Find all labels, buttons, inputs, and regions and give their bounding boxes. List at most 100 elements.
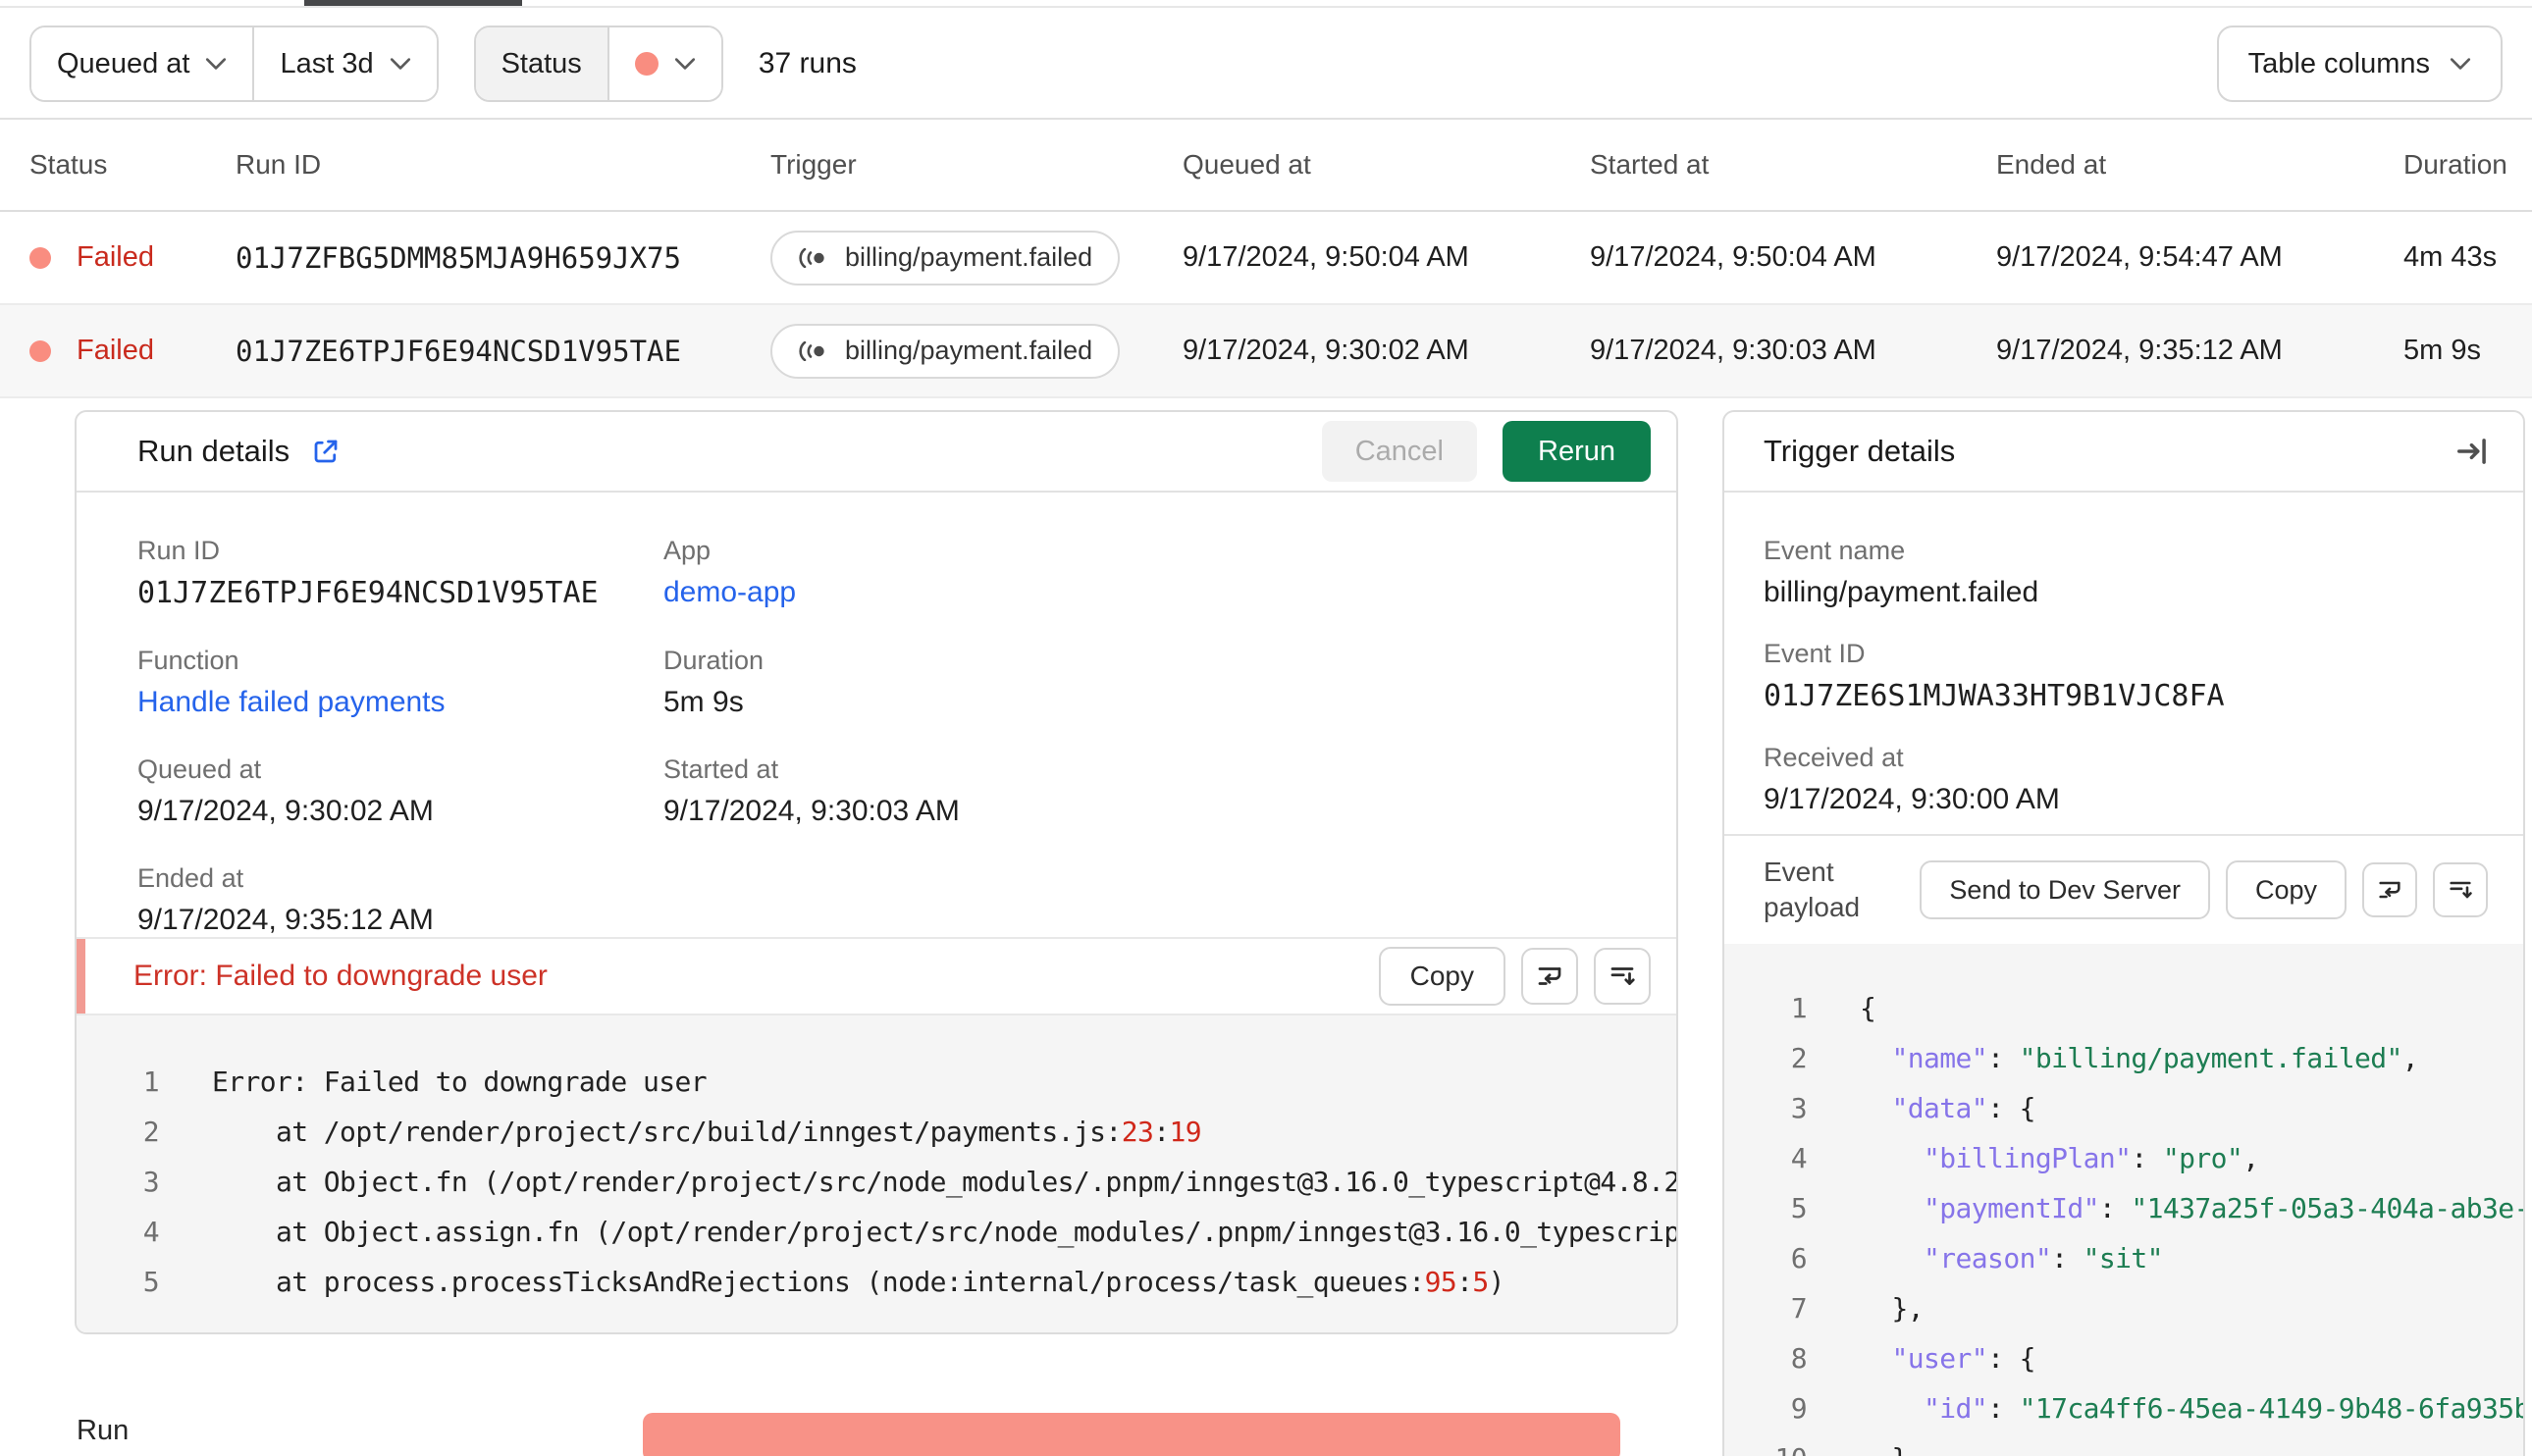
time-range-filter-button[interactable]: Last 3d bbox=[252, 27, 437, 100]
trigger-event-name: billing/payment.failed bbox=[845, 242, 1093, 272]
align-bottom-icon bbox=[1610, 967, 1635, 985]
column-header-status: Status bbox=[29, 149, 108, 180]
trigger-details-fields: Event name billing/payment.failed Event … bbox=[1724, 493, 2523, 834]
received-at-label: Received at bbox=[1764, 743, 1904, 772]
copy-payload-button[interactable]: Copy bbox=[2225, 860, 2347, 919]
run-id-cell: 01J7ZE6TPJF6E94NCSD1V95TAE bbox=[236, 334, 681, 368]
ended-at-field: Ended at 9/17/2024, 9:35:12 AM bbox=[137, 863, 663, 937]
received-at-value: 9/17/2024, 9:30:00 AM bbox=[1764, 783, 2060, 815]
rerun-button[interactable]: Rerun bbox=[1503, 421, 1651, 482]
column-header-started-at: Started at bbox=[1590, 149, 1710, 180]
code-line: 8 "user": { bbox=[1790, 1342, 2036, 1375]
queued-at-label: Queued at bbox=[137, 754, 262, 784]
trigger-details-title: Trigger details bbox=[1764, 434, 1956, 468]
received-at-field: Received at 9/17/2024, 9:30:00 AM bbox=[1764, 743, 2484, 816]
queued-at-value: 9/17/2024, 9:30:02 AM bbox=[137, 795, 434, 827]
started-at-cell: 9/17/2024, 9:50:04 AM bbox=[1590, 241, 1876, 273]
event-name-field: Event name billing/payment.failed bbox=[1764, 536, 2484, 609]
function-label: Function bbox=[137, 646, 239, 675]
scroll-to-bottom-button[interactable] bbox=[2433, 862, 2488, 917]
error-banner: Error: Failed to downgrade user Copy bbox=[77, 937, 1676, 1015]
trace-timeline-row: Run bbox=[0, 1409, 2532, 1456]
queued-at-filter-button[interactable]: Queued at bbox=[31, 27, 253, 100]
cancel-button[interactable]: Cancel bbox=[1321, 421, 1477, 482]
ended-at-cell: 9/17/2024, 9:35:12 AM bbox=[1996, 335, 2283, 366]
chevron-down-icon bbox=[2450, 57, 2471, 71]
runs-table: Status Run ID Trigger Queued at Started … bbox=[0, 120, 2532, 398]
event-id-value: 01J7ZE6S1MJWA33HT9B1VJC8FA bbox=[1764, 679, 2225, 713]
scroll-to-bottom-button[interactable] bbox=[1594, 948, 1651, 1005]
wrap-text-button[interactable] bbox=[2362, 862, 2417, 917]
run-id-label: Run ID bbox=[137, 536, 221, 565]
started-at-value: 9/17/2024, 9:30:03 AM bbox=[663, 795, 960, 827]
code-line: 6 "reason": "sit" bbox=[1790, 1242, 2164, 1274]
copy-error-button[interactable]: Copy bbox=[1378, 947, 1505, 1006]
event-id-field: Event ID 01J7ZE6S1MJWA33HT9B1VJC8FA bbox=[1764, 639, 2484, 713]
event-payload-code[interactable]: 1{2 "name": "billing/payment.failed", 3 "… bbox=[1724, 944, 2523, 1456]
event-icon bbox=[799, 340, 824, 361]
external-link-icon[interactable] bbox=[311, 437, 341, 466]
collapse-panel-button[interactable] bbox=[2454, 433, 2492, 470]
table-row[interactable]: Failed 01J7ZFBG5DMM85MJA9H659JX75 billing/… bbox=[0, 212, 2532, 305]
function-field: Function Handle failed payments bbox=[137, 646, 663, 719]
trace-run-bar[interactable] bbox=[643, 1413, 1620, 1456]
trigger-pill[interactable]: billing/payment.failed bbox=[770, 230, 1121, 286]
code-line: 4 "billingPlan": "pro", bbox=[1790, 1142, 2259, 1174]
arrow-to-line-icon bbox=[2457, 439, 2486, 464]
filters-toolbar: Queued at Last 3d Status 37 runs Table c… bbox=[0, 10, 2532, 120]
active-tab-indicator bbox=[304, 0, 522, 6]
error-message: Error: Failed to downgrade user bbox=[133, 960, 548, 992]
function-link[interactable]: Handle failed payments bbox=[137, 686, 663, 719]
table-columns-button[interactable]: Table columns bbox=[2216, 26, 2503, 102]
code-line: 1 Error: Failed to downgrade user bbox=[142, 1066, 708, 1098]
code-line: 5 at process.processTicksAndRejections (… bbox=[142, 1266, 1505, 1298]
status-filter-label: Status bbox=[501, 47, 582, 79]
ended-at-cell: 9/17/2024, 9:54:47 AM bbox=[1996, 241, 2283, 273]
table-columns-label: Table columns bbox=[2247, 47, 2430, 79]
wrap-text-icon bbox=[2379, 881, 2400, 899]
event-payload-label: Event payload bbox=[1764, 857, 1861, 922]
app-link[interactable]: demo-app bbox=[663, 576, 1676, 609]
queued-at-field: Queued at 9/17/2024, 9:30:02 AM bbox=[137, 754, 663, 828]
chevron-down-icon bbox=[390, 57, 411, 71]
runs-count: 37 runs bbox=[758, 47, 857, 79]
table-header-row: Status Run ID Trigger Queued at Started … bbox=[0, 120, 2532, 212]
run-details-title: Run details bbox=[137, 434, 290, 468]
status-dot-icon bbox=[29, 339, 51, 362]
duration-cell: 5m 9s bbox=[2403, 335, 2481, 366]
status-filter-value-button[interactable] bbox=[607, 27, 721, 100]
event-name-label: Event name bbox=[1764, 536, 1906, 565]
wrap-text-icon bbox=[1538, 967, 1561, 985]
run-id-value: 01J7ZE6TPJF6E94NCSD1V95TAE bbox=[137, 576, 599, 610]
duration-label: Duration bbox=[663, 646, 765, 675]
chevron-down-icon bbox=[205, 57, 227, 71]
event-payload-header: Event payload Send to Dev Server Copy bbox=[1724, 834, 2523, 944]
code-line: 4 at Object.assign.fn (/opt/render/proje… bbox=[142, 1216, 1676, 1248]
status-cell: Failed bbox=[29, 335, 236, 367]
trigger-cell: billing/payment.failed bbox=[770, 230, 1183, 286]
app-field: App demo-app bbox=[663, 536, 1676, 610]
column-header-queued-at: Queued at bbox=[1183, 149, 1311, 180]
trigger-cell: billing/payment.failed bbox=[770, 323, 1183, 379]
code-line: 3 at Object.fn (/opt/render/project/src/… bbox=[142, 1166, 1676, 1198]
code-line: 1{ bbox=[1790, 992, 1876, 1024]
status-label: Failed bbox=[77, 241, 154, 273]
code-line: 7 }, bbox=[1790, 1292, 1925, 1325]
duration-cell: 4m 43s bbox=[2403, 241, 2498, 273]
table-row[interactable]: Failed 01J7ZE6TPJF6E94NCSD1V95TAE billing/… bbox=[0, 305, 2532, 398]
status-dot-icon bbox=[29, 246, 51, 269]
queued-at-cell: 9/17/2024, 9:30:02 AM bbox=[1183, 335, 1469, 366]
send-to-dev-server-button[interactable]: Send to Dev Server bbox=[1920, 860, 2210, 919]
time-filter-group: Queued at Last 3d bbox=[29, 26, 439, 102]
trace-run-label: Run bbox=[77, 1415, 130, 1446]
error-stack-trace: 1 Error: Failed to downgrade user 2 at /op… bbox=[77, 1015, 1676, 1332]
align-bottom-icon bbox=[2450, 881, 2472, 899]
runs-table-body: Failed 01J7ZFBG5DMM85MJA9H659JX75 billing/… bbox=[0, 212, 2532, 398]
event-icon bbox=[799, 247, 824, 268]
column-header-run-id: Run ID bbox=[236, 149, 322, 180]
status-label: Failed bbox=[77, 335, 154, 366]
wrap-text-button[interactable] bbox=[1521, 948, 1578, 1005]
time-range-label: Last 3d bbox=[280, 47, 374, 79]
trigger-pill[interactable]: billing/payment.failed bbox=[770, 323, 1121, 379]
trigger-details-header: Trigger details bbox=[1724, 412, 2523, 493]
